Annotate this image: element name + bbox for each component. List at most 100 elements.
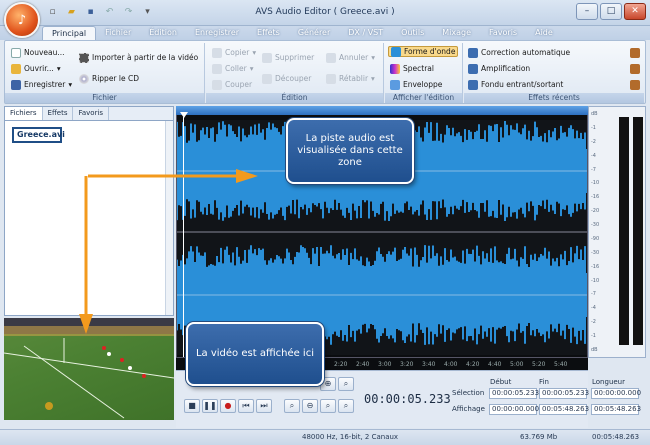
open-button[interactable]: Ouvrir... ▾ bbox=[11, 63, 61, 74]
tab-principal[interactable]: Principal bbox=[42, 26, 97, 40]
amplify-icon bbox=[468, 63, 478, 74]
cd-icon bbox=[79, 73, 89, 84]
timeline-tick-label: 4:40 bbox=[488, 361, 502, 368]
file-item[interactable]: Greece.avi bbox=[12, 127, 65, 143]
copy-button[interactable]: Copier ▾ bbox=[212, 47, 256, 58]
redo-icon bbox=[326, 73, 336, 84]
view-end-field[interactable]: 00:05:48.263 bbox=[539, 404, 589, 415]
stop-button[interactable]: ■ bbox=[184, 399, 200, 413]
tab-fichiers[interactable]: Fichiers bbox=[5, 107, 43, 120]
spectral-icon bbox=[390, 63, 400, 74]
affichage-label: Affichage bbox=[452, 405, 485, 413]
zoom-all-icon[interactable]: ⌕ bbox=[338, 399, 354, 413]
zoom-fit-icon[interactable]: ⌕ bbox=[284, 399, 300, 413]
save-icon bbox=[11, 79, 21, 90]
envelope-view-button[interactable]: Enveloppe bbox=[390, 79, 442, 90]
tab-enregistrer[interactable]: Enregistrer bbox=[186, 26, 248, 40]
record-button[interactable]: ● bbox=[220, 399, 236, 413]
close-button[interactable]: ✕ bbox=[624, 3, 646, 20]
film-icon bbox=[79, 52, 89, 63]
waveform-view-button[interactable]: Forme d'onde bbox=[388, 46, 459, 57]
zoom-selection-icon[interactable]: ⌕ bbox=[338, 377, 354, 391]
tab-aide[interactable]: Aide bbox=[526, 26, 562, 40]
tab-fichier[interactable]: Fichier bbox=[96, 26, 140, 40]
header-longueur: Longueur bbox=[592, 378, 625, 386]
selection-label: Sélection bbox=[452, 389, 485, 397]
view-start-field[interactable]: 00:00:00.000 bbox=[489, 404, 539, 415]
ribbon: Nouveau... Ouvrir... ▾ Enregistrer ▾ Impor… bbox=[4, 40, 646, 104]
db-tick-label: -16 bbox=[591, 194, 600, 201]
delete-button[interactable]: Supprimer bbox=[262, 52, 314, 63]
minimize-button[interactable]: – bbox=[576, 3, 598, 20]
db-tick-label: -2 bbox=[591, 319, 596, 326]
envelope-icon bbox=[390, 79, 400, 90]
tab-dx-vst[interactable]: DX / VST bbox=[339, 26, 392, 40]
maximize-button[interactable]: □ bbox=[600, 3, 622, 20]
db-tick-label: -4 bbox=[591, 152, 596, 159]
level-meter-right bbox=[633, 117, 643, 345]
redo-button[interactable]: Rétablir ▾ bbox=[326, 73, 375, 84]
rip-cd-button[interactable]: Ripper le CD bbox=[79, 73, 139, 84]
forward-button[interactable]: ⏭ bbox=[256, 399, 272, 413]
callout-video: La vidéo est affichée ici bbox=[186, 322, 324, 386]
db-scale-panel: dB -1 -2 -4 -7 -10 -16 -20 -30 -90 -30 -16 -10 -7 -4 -2… bbox=[588, 106, 646, 358]
amplification-button[interactable]: Amplification bbox=[468, 63, 530, 74]
tab-outils[interactable]: Outils bbox=[392, 26, 433, 40]
effect-settings-icon[interactable] bbox=[630, 48, 640, 58]
current-time-display: 00:00:05.233 bbox=[364, 392, 451, 406]
db-tick-label: -1 bbox=[591, 333, 596, 340]
auto-correction-button[interactable]: Correction automatique bbox=[468, 47, 570, 58]
zoom-out-icon[interactable]: ⊖ bbox=[302, 399, 318, 413]
undo-button[interactable]: Annuler ▾ bbox=[326, 52, 375, 63]
selection-end-field[interactable]: 00:00:05.233 bbox=[539, 388, 589, 399]
new-button[interactable]: Nouveau... bbox=[11, 47, 65, 58]
cut-button[interactable]: Couper bbox=[212, 79, 252, 90]
fade-button[interactable]: Fondu entrant/sortant bbox=[468, 79, 563, 90]
selection-start-field[interactable]: 00:00:05.233 bbox=[489, 388, 539, 399]
timeline-tick-label: 5:40 bbox=[554, 361, 568, 368]
db-tick-label: -30 bbox=[591, 222, 600, 229]
effect-settings-icon[interactable] bbox=[630, 80, 640, 90]
view-length-field[interactable]: 00:05:48.263 bbox=[591, 404, 641, 415]
db-tick-label: -1 bbox=[591, 124, 596, 131]
selection-length-field[interactable]: 00:00:00.000 bbox=[591, 388, 641, 399]
header-debut: Début bbox=[490, 378, 512, 386]
db-tick-label: -7 bbox=[591, 166, 596, 173]
db-tick-label: dB bbox=[591, 347, 598, 353]
panel-scrollbar[interactable] bbox=[165, 121, 173, 315]
pause-button[interactable]: ❚❚ bbox=[202, 399, 218, 413]
tab-generer[interactable]: Générer bbox=[289, 26, 339, 40]
group-title-fichier: Fichier bbox=[5, 93, 204, 103]
auto-correction-icon bbox=[468, 47, 478, 58]
group-edition: Copier ▾ Coller ▾ Couper Supprimer Découpe… bbox=[206, 43, 384, 103]
group-title-affichage: Afficher l'édition bbox=[385, 93, 462, 103]
db-tick-label: -20 bbox=[591, 208, 600, 215]
trim-button[interactable]: Découper bbox=[262, 73, 311, 84]
zoom-vertical-icon[interactable]: ⌕ bbox=[320, 399, 336, 413]
rewind-button[interactable]: ⏮ bbox=[238, 399, 254, 413]
tab-mixage[interactable]: Mixage bbox=[433, 26, 480, 40]
callout-audio: La piste audio est visualisée dans cette… bbox=[286, 118, 414, 184]
ribbon-tabs: Principal Fichier Édition Enregistrer Ef… bbox=[0, 26, 650, 40]
timeline-tick-label: 5:00 bbox=[510, 361, 524, 368]
import-video-button[interactable]: Importer à partir de la vidéo bbox=[79, 52, 198, 63]
playhead-marker-icon[interactable] bbox=[180, 112, 188, 118]
db-tick-label: -2 bbox=[591, 138, 596, 145]
tab-effets-panel[interactable]: Effets bbox=[43, 107, 74, 120]
overview-scrollbar[interactable] bbox=[176, 106, 588, 115]
tab-effets[interactable]: Effets bbox=[248, 26, 289, 40]
db-tick-label: dB bbox=[591, 111, 598, 117]
fade-icon bbox=[468, 79, 478, 90]
tab-favoris[interactable]: Favoris bbox=[480, 26, 526, 40]
spectral-view-button[interactable]: Spectral bbox=[390, 63, 434, 74]
avs-logo-icon[interactable]: ♪ bbox=[4, 2, 40, 38]
tab-favoris-panel[interactable]: Favoris bbox=[73, 107, 110, 120]
effect-settings-icon[interactable] bbox=[630, 64, 640, 74]
paste-button[interactable]: Coller ▾ bbox=[212, 63, 253, 74]
group-effets-recents: Correction automatique Amplification Fon… bbox=[464, 43, 644, 103]
db-scale-labels: dB -1 -2 -4 -7 -10 -16 -20 -30 -90 -30 -16 -10 -7 -4 -2… bbox=[591, 111, 613, 355]
scissors-icon bbox=[212, 79, 222, 90]
save-button[interactable]: Enregistrer ▾ bbox=[11, 79, 72, 90]
db-tick-label: -10 bbox=[591, 180, 600, 187]
tab-edition[interactable]: Édition bbox=[140, 26, 186, 40]
